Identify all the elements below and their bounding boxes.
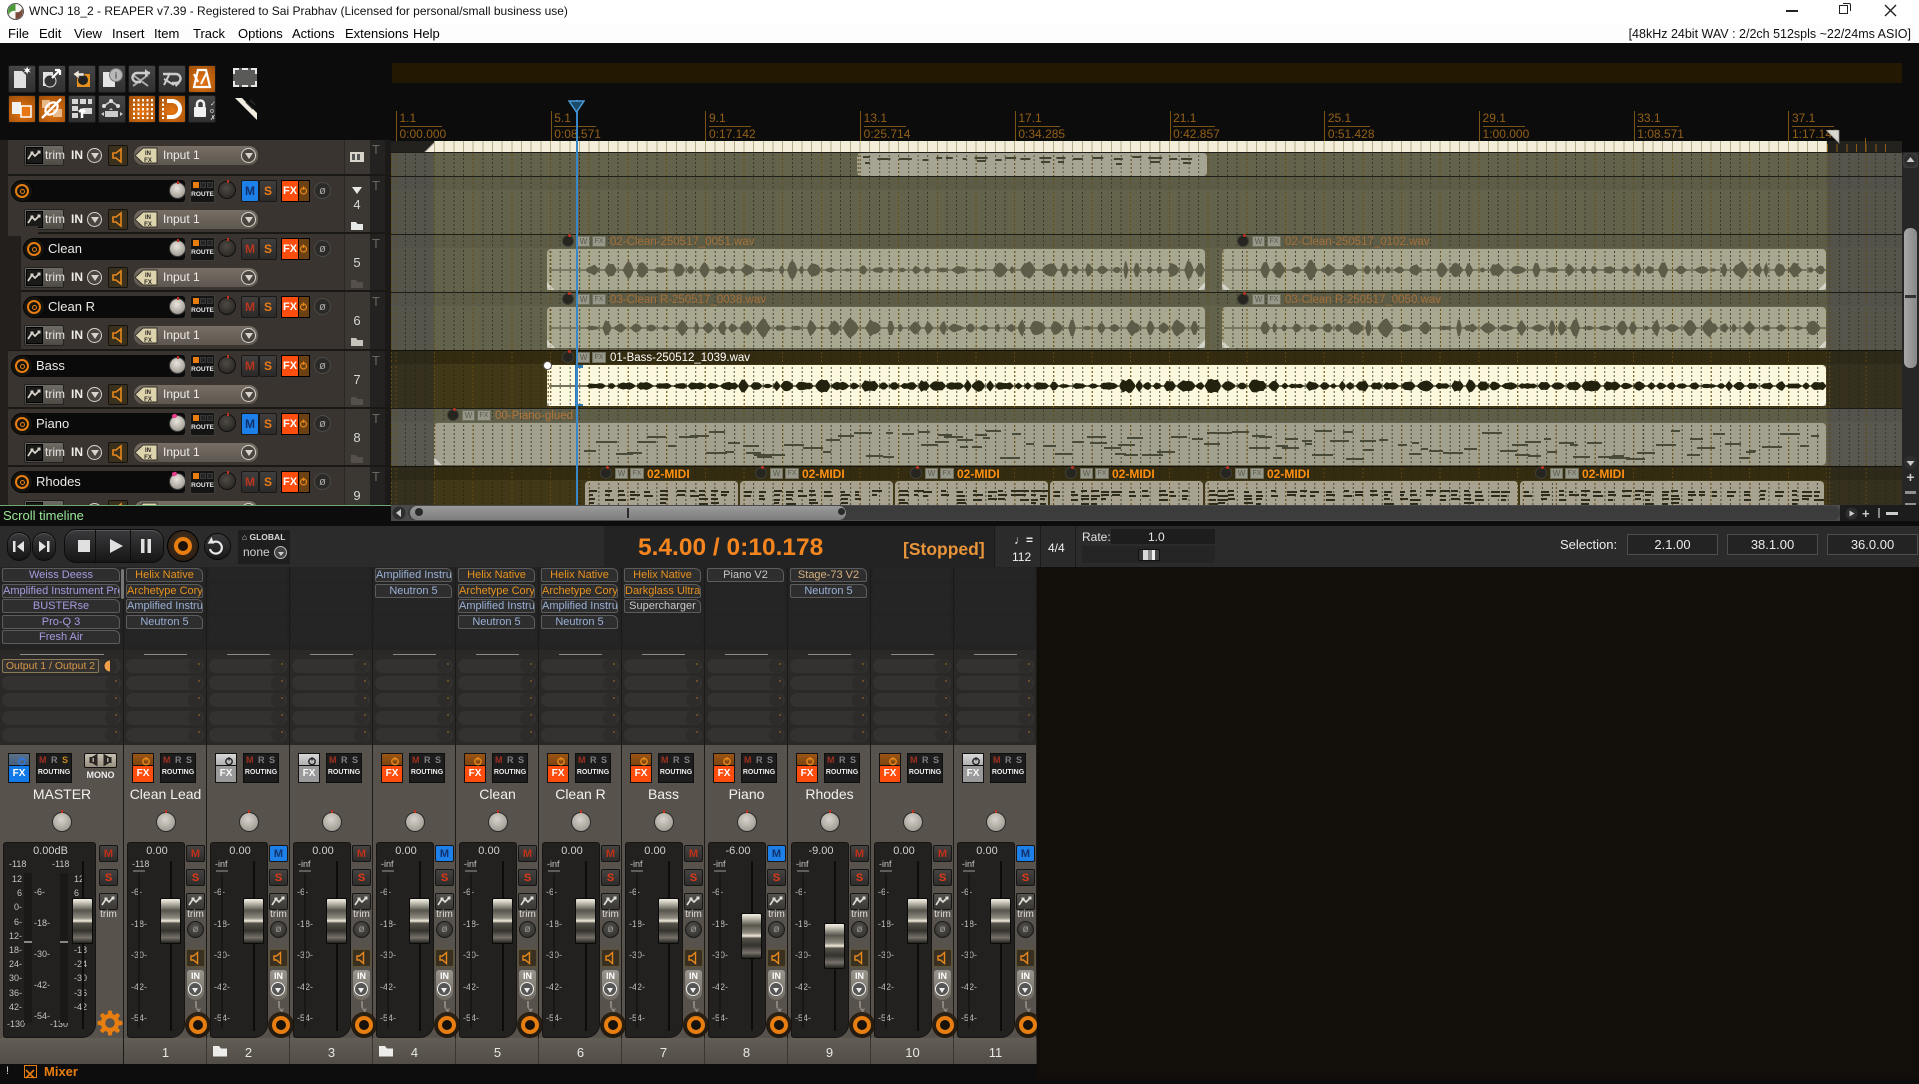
svg-text:FX: FX: [144, 222, 152, 228]
svg-text:FX: FX: [144, 338, 152, 344]
svg-text:IN: IN: [145, 273, 151, 279]
svg-text:✗: ✗: [210, 114, 215, 122]
svg-text:IN: IN: [145, 215, 151, 221]
svg-text:✓: ✓: [210, 101, 215, 108]
svg-text:IN: IN: [145, 448, 151, 454]
svg-text:IN: IN: [145, 151, 151, 157]
svg-text:IN: IN: [145, 390, 151, 396]
svg-text:o: o: [210, 108, 214, 115]
svg-text:IN: IN: [145, 331, 151, 337]
svg-text:i: i: [115, 71, 117, 81]
svg-text:FX: FX: [144, 455, 152, 461]
svg-text:FX: FX: [144, 158, 152, 164]
svg-text:FX: FX: [144, 397, 152, 403]
svg-text:FX: FX: [144, 280, 152, 286]
